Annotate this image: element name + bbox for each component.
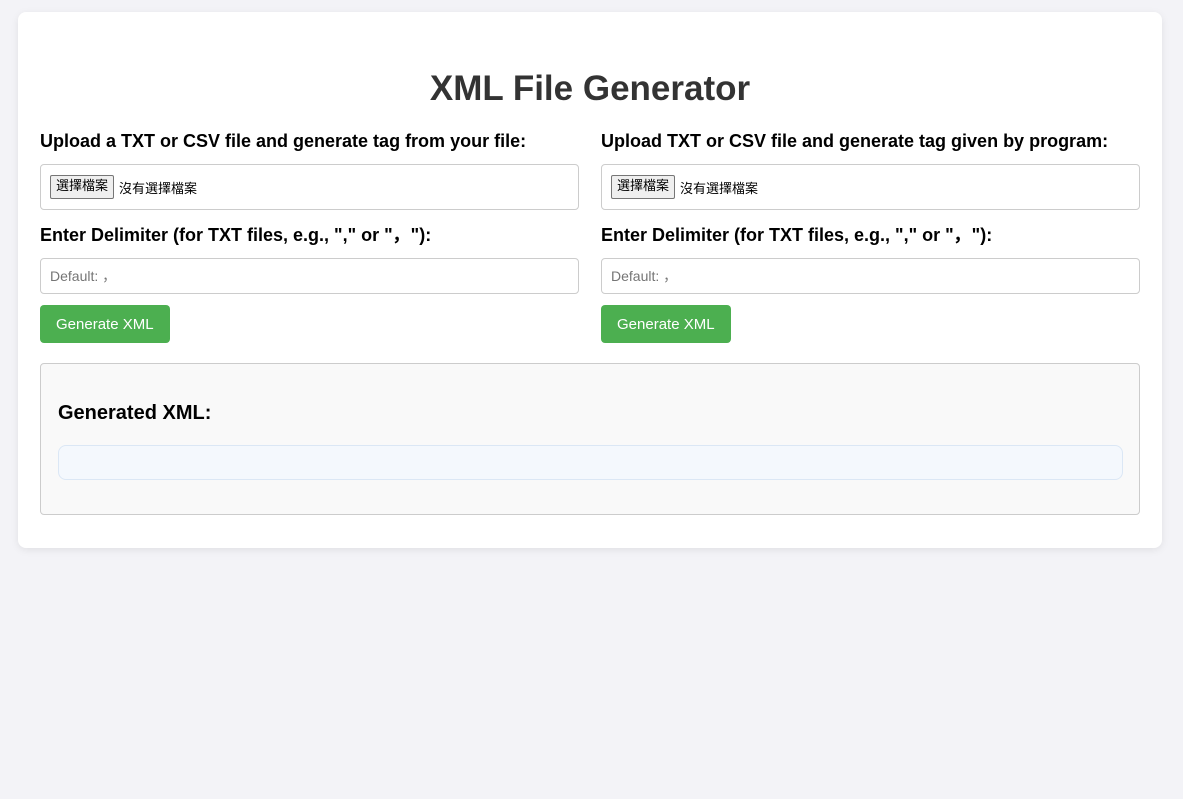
xml-output[interactable] — [58, 445, 1123, 480]
choose-file-button[interactable]: 選擇檔案 — [611, 175, 676, 199]
page-title: XML File Generator — [429, 69, 751, 108]
delimiter-input[interactable] — [601, 258, 1140, 294]
delimiter-input[interactable] — [40, 258, 579, 294]
upload-label: Upload TXT or CSV file and generate tag … — [601, 131, 1109, 151]
file-status-text: 沒有選擇檔案 — [680, 181, 759, 197]
upload-section-program-tags: Upload TXT or CSV file and generate tag … — [601, 130, 1140, 343]
delimiter-label: Enter Delimiter (for TXT files, e.g., ",… — [40, 225, 432, 245]
output-heading: Generated XML: — [58, 402, 212, 424]
upload-section-custom-tags: Upload a TXT or CSV file and generate ta… — [40, 130, 579, 343]
file-input[interactable]: 選擇檔案 沒有選擇檔案 — [40, 164, 579, 210]
output-panel: Generated XML: — [40, 363, 1140, 515]
generate-xml-button[interactable]: Generate XML — [601, 305, 731, 343]
generate-xml-button[interactable]: Generate XML — [40, 305, 170, 343]
choose-file-button[interactable]: 選擇檔案 — [50, 175, 115, 199]
file-status-text: 沒有選擇檔案 — [119, 181, 198, 197]
file-input[interactable]: 選擇檔案 沒有選擇檔案 — [601, 164, 1140, 210]
main-card: XML File Generator Upload a TXT or CSV f… — [18, 12, 1162, 548]
delimiter-label: Enter Delimiter (for TXT files, e.g., ",… — [601, 225, 993, 245]
upload-label: Upload a TXT or CSV file and generate ta… — [40, 131, 527, 151]
